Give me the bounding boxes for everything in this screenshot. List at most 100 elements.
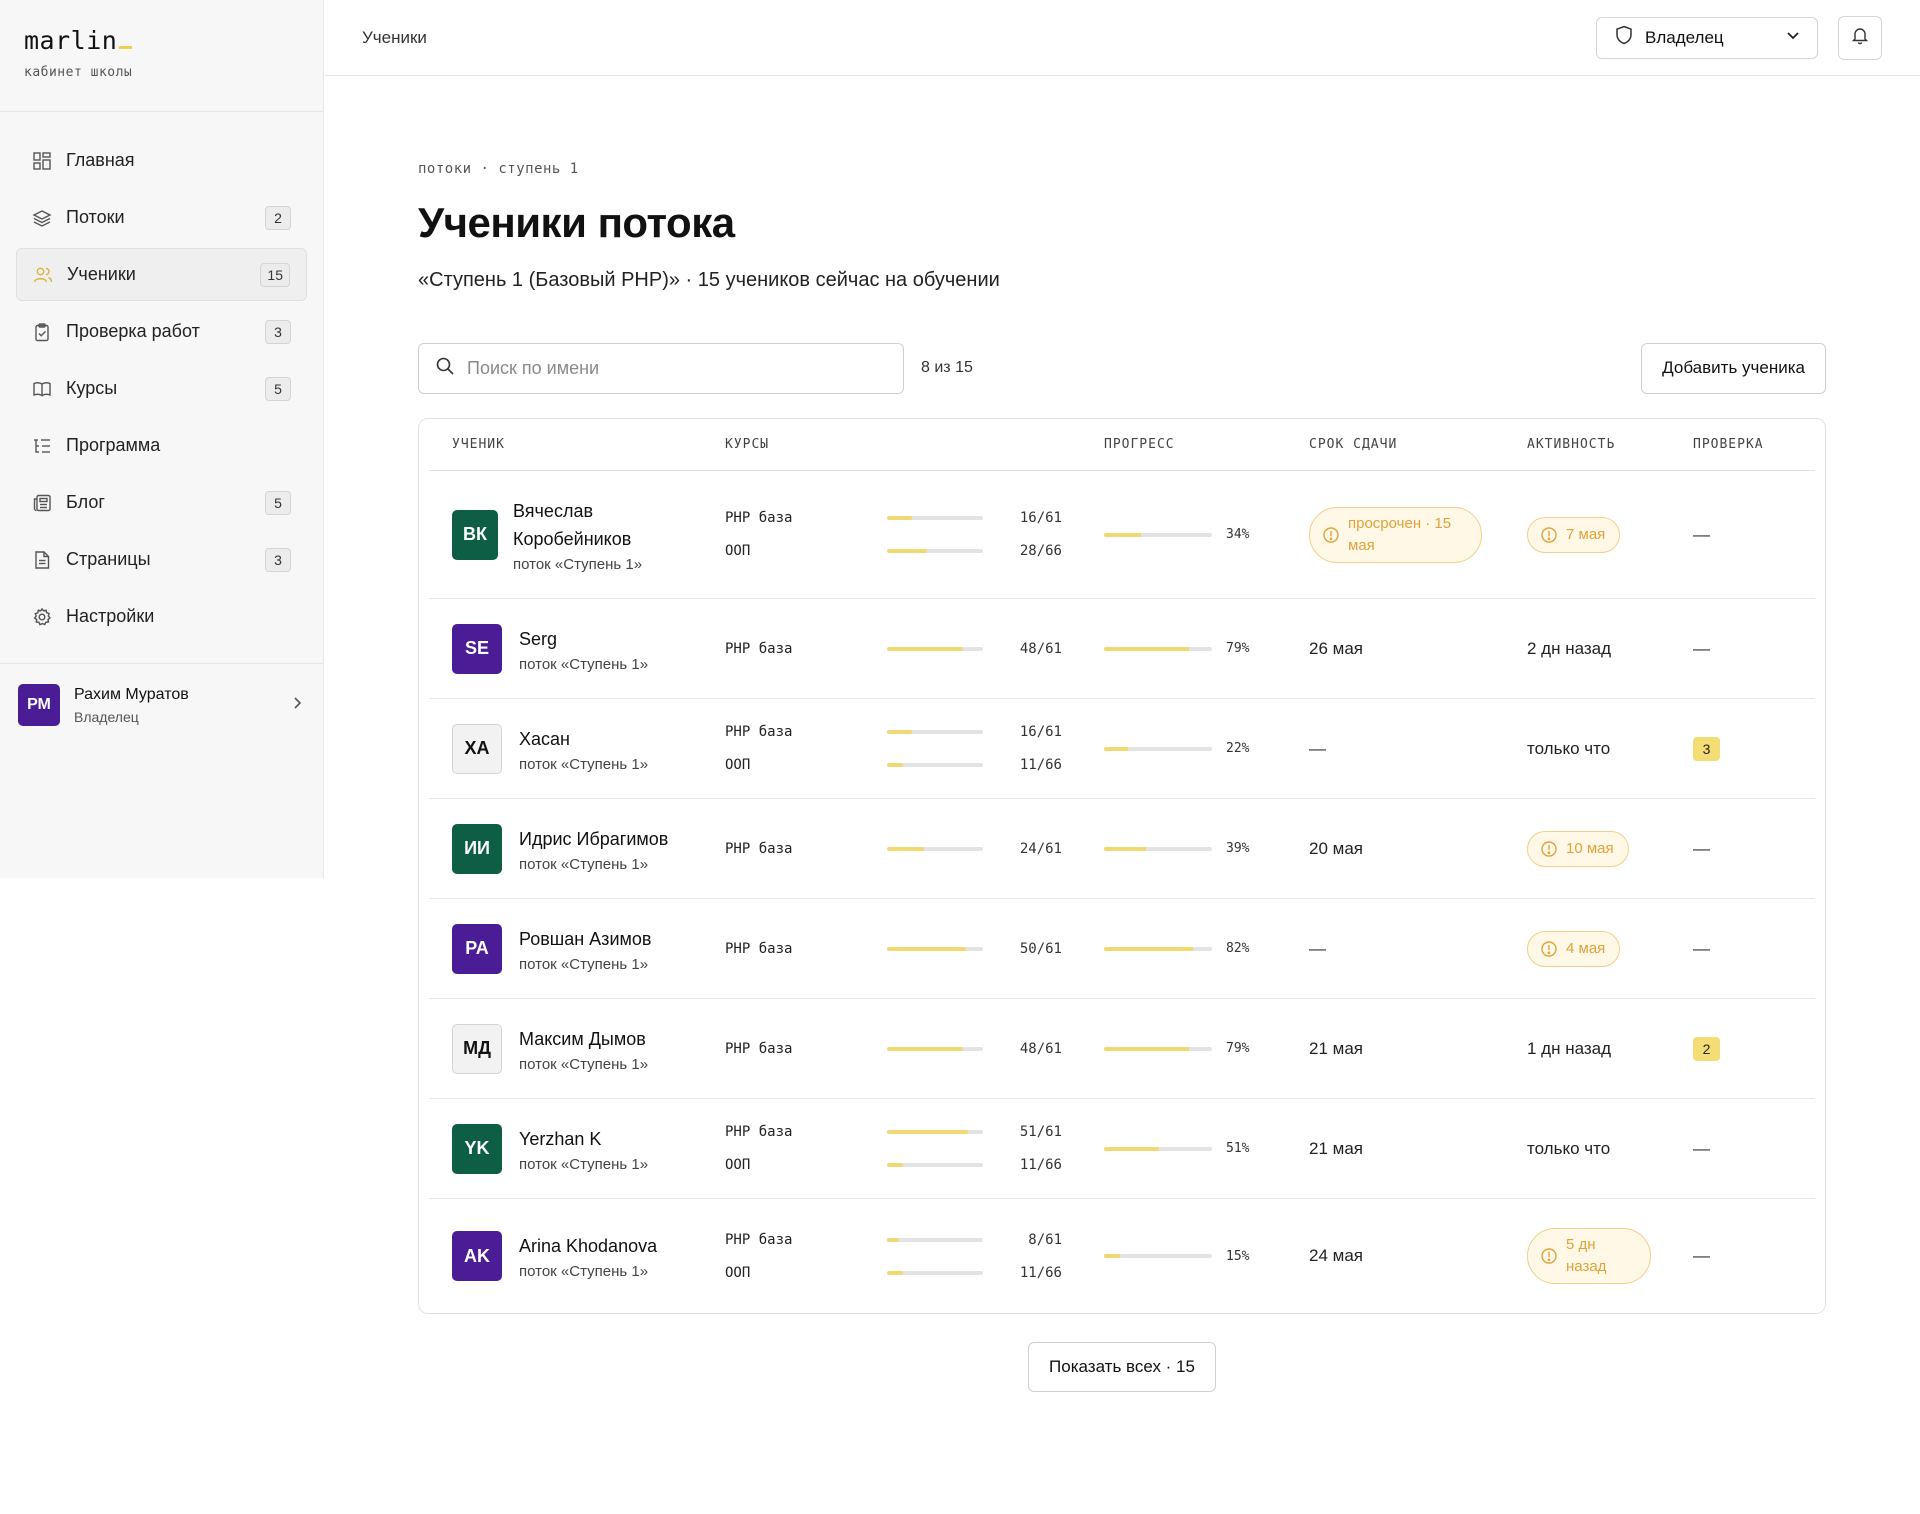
brand-logo[interactable]: marlin [24, 26, 323, 55]
student-name[interactable]: Идрис Ибрагимов [519, 825, 668, 853]
student-stream: поток «Ступень 1» [519, 755, 649, 773]
student-name[interactable]: Вячеслав Коробейников [513, 497, 663, 553]
column-header-deadline[interactable]: СРОК СДАЧИ [1309, 437, 1527, 452]
sidebar-item-home[interactable]: Главная [16, 134, 307, 187]
role-select[interactable]: Владелец [1596, 16, 1818, 59]
courses-cell: PHP база 50/61 [725, 932, 1104, 965]
brand: marlin кабинет школы [0, 0, 323, 112]
course-line: PHP база 51/61 [725, 1116, 1104, 1149]
count-badge: 2 [265, 205, 291, 230]
student-name[interactable]: Arina Khodanova [519, 1232, 657, 1260]
review-count-badge[interactable]: 3 [1693, 736, 1720, 761]
sidebar-item-blog[interactable]: Блог 5 [16, 476, 307, 529]
student-name[interactable]: Serg [519, 625, 648, 653]
users-icon [33, 265, 53, 285]
sidebar-item-label: Главная [66, 150, 135, 170]
table-row[interactable]: ИИ Идрис Ибрагимов поток «Ступень 1» PHP… [429, 799, 1815, 899]
table-row[interactable]: РА Ровшан Азимов поток «Ступень 1» PHP б… [429, 899, 1815, 999]
courses-cell: PHP база 24/61 [725, 832, 1104, 865]
search-box[interactable] [418, 342, 904, 394]
review-cell: — [1693, 1138, 1710, 1158]
sidebar-item-pages[interactable]: Страницы 3 [16, 533, 307, 586]
column-header-progress[interactable]: ПРОГРЕСС [1104, 437, 1309, 452]
progress-percent: 82% [1226, 941, 1250, 956]
review-cell: — [1693, 638, 1710, 658]
course-count: 11/66 [1019, 1264, 1062, 1281]
course-progress-bar [887, 516, 983, 520]
student-cell: SE Serg поток «Ступень 1» [429, 623, 725, 674]
avatar: SE [452, 623, 502, 674]
avatar: МД [452, 1023, 502, 1074]
student-name[interactable]: Ровшан Азимов [519, 925, 651, 953]
shield-icon [1615, 25, 1633, 50]
progress-percent: 39% [1226, 841, 1250, 856]
sidebar-item-courses[interactable]: Курсы 5 [16, 362, 307, 415]
search-input[interactable] [467, 357, 887, 379]
progress-cell: 79% [1104, 641, 1309, 656]
courses-cell: PHP база 48/61 [725, 632, 1104, 665]
student-stream: поток «Ступень 1» [519, 655, 649, 673]
student-name[interactable]: Yerzhan K [519, 1125, 648, 1153]
user-name: Рахим Муратов [74, 685, 189, 703]
review-count-badge[interactable]: 2 [1693, 1036, 1720, 1061]
sidebar-item-review[interactable]: Проверка работ 3 [16, 305, 307, 358]
course-name: PHP база [725, 940, 793, 957]
clipboard-check-icon [32, 322, 52, 342]
results-count: 8 из 15 [921, 359, 973, 376]
count-badge: 3 [265, 547, 291, 572]
table-row[interactable]: YK Yerzhan K поток «Ступень 1» PHP база … [429, 1099, 1815, 1199]
table-row[interactable]: SE Serg поток «Ступень 1» PHP база 48/61… [429, 599, 1815, 699]
deadline-cell: просрочен · 15 мая [1309, 506, 1527, 563]
course-name: PHP база [725, 1231, 793, 1248]
student-info: Arina Khodanova поток «Ступень 1» [519, 1232, 657, 1280]
student-name[interactable]: Хасан [519, 725, 648, 753]
progress-bar [1104, 1254, 1212, 1258]
progress-bar [1104, 1046, 1212, 1051]
avatar: РМ [18, 684, 60, 726]
user-card[interactable]: РМ Рахим Муратов Владелец [0, 664, 323, 746]
user-info: Рахим Муратов Владелец [74, 686, 189, 725]
deadline-cell: — [1309, 938, 1326, 958]
table-row[interactable]: МД Максим Дымов поток «Ступень 1» PHP ба… [429, 999, 1815, 1099]
show-all-button[interactable]: Показать всех · 15 [1028, 1342, 1216, 1392]
activity-cell: только что [1527, 1138, 1611, 1158]
brand-cursor-mark [119, 46, 133, 49]
student-stream: поток «Ступень 1» [513, 555, 643, 573]
table-row[interactable]: ХА Хасан поток «Ступень 1» PHP база 16/6… [429, 699, 1815, 799]
course-progress-bar [887, 646, 983, 651]
column-header-review[interactable]: ПРОВЕРКА [1693, 437, 1793, 452]
sidebar-item-label: Программа [66, 435, 161, 455]
course-line: PHP база 50/61 [725, 932, 1104, 965]
course-count: 48/61 [1019, 1040, 1062, 1057]
course-count: 51/61 [1019, 1124, 1062, 1140]
column-header-courses[interactable]: КУРСЫ [725, 437, 1104, 452]
course-line: ООП 28/66 [725, 535, 1104, 568]
topbar: Ученики Владелец [325, 0, 1920, 76]
alert-circle-icon [1541, 526, 1557, 543]
notifications-button[interactable] [1838, 15, 1882, 60]
course-count: 48/61 [1019, 640, 1062, 657]
courses-cell: PHP база 16/61 ООП 11/66 [725, 716, 1104, 782]
activity-text: 10 мая [1566, 839, 1614, 857]
course-name: ООП [725, 1157, 751, 1173]
layers-icon [32, 208, 52, 228]
count-badge: 5 [265, 376, 291, 401]
table-row[interactable]: ВК Вячеслав Коробейников поток «Ступень … [429, 471, 1815, 599]
student-info: Идрис Ибрагимов поток «Ступень 1» [519, 825, 668, 873]
sidebar-item-streams[interactable]: Потоки 2 [16, 191, 307, 244]
sidebar-item-program[interactable]: Программа [16, 419, 307, 472]
add-student-button[interactable]: Добавить ученика [1641, 342, 1826, 394]
student-name[interactable]: Максим Дымов [519, 1025, 648, 1053]
student-stream: поток «Ступень 1» [519, 855, 649, 873]
student-info: Ровшан Азимов поток «Ступень 1» [519, 925, 651, 973]
table-row[interactable]: AK Arina Khodanova поток «Ступень 1» PHP… [429, 1199, 1815, 1313]
progress-percent: 79% [1226, 1041, 1250, 1056]
course-count: 24/61 [1019, 840, 1062, 857]
table-header: УЧЕНИК КУРСЫ ПРОГРЕСС СРОК СДАЧИ АКТИВНО… [429, 419, 1815, 471]
column-header-student[interactable]: УЧЕНИК [429, 437, 725, 452]
review-cell: 3 [1693, 736, 1793, 761]
sidebar-item-students[interactable]: Ученики 15 [16, 248, 307, 301]
sidebar-item-settings[interactable]: Настройки [16, 590, 307, 643]
column-header-activity[interactable]: АКТИВНОСТЬ [1527, 437, 1693, 452]
course-progress-bar [887, 763, 983, 767]
